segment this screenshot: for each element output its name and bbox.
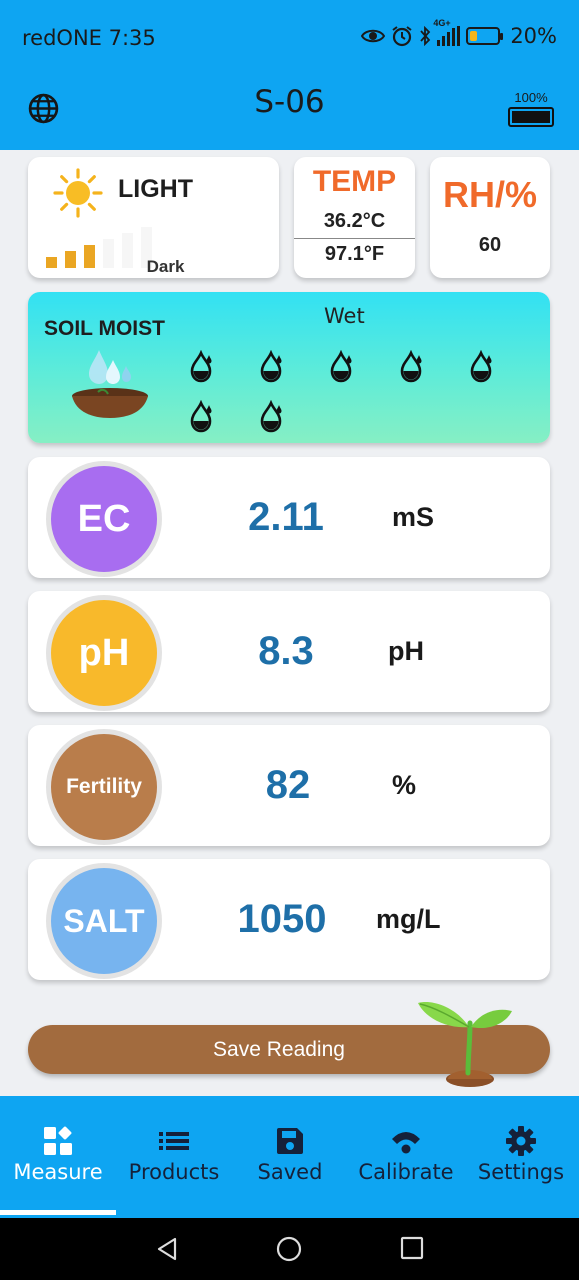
device-title: S-06 bbox=[254, 84, 325, 120]
temp-divider bbox=[294, 238, 415, 239]
soil-moisture-status: Wet bbox=[324, 304, 365, 328]
water-drop-icon bbox=[188, 399, 218, 439]
measure-icon bbox=[44, 1126, 72, 1155]
system-nav-bar bbox=[0, 1218, 579, 1280]
bluetooth-icon bbox=[420, 26, 431, 46]
app-header: redONE 7:35 4G+ 20% S-06 100% bbox=[0, 0, 579, 150]
device-battery-percent: 100% bbox=[514, 90, 548, 105]
list-icon bbox=[159, 1132, 189, 1150]
temp-fahrenheit: 97.1°F bbox=[324, 243, 385, 265]
humidity-value: 60 bbox=[478, 234, 502, 256]
nav-label: Products bbox=[128, 1160, 220, 1184]
carrier-time: redONE 7:35 bbox=[22, 26, 156, 50]
humidity-card: RH/% 60 bbox=[430, 157, 550, 278]
nav-item-calibrate[interactable]: Calibrate bbox=[348, 1096, 464, 1214]
nav-label: Calibrate bbox=[358, 1160, 454, 1184]
battery-icon bbox=[466, 27, 504, 45]
soil-moisture-title: SOIL MOIST bbox=[44, 317, 165, 340]
water-drop-icon bbox=[258, 399, 288, 439]
salt-badge: SALT bbox=[46, 863, 162, 979]
device-battery-icon bbox=[508, 107, 554, 127]
water-drop-icon bbox=[468, 349, 498, 389]
save-icon bbox=[277, 1128, 303, 1154]
nav-label: Settings bbox=[477, 1160, 565, 1184]
battery-percent: 20% bbox=[510, 24, 557, 48]
nav-item-measure[interactable]: Measure bbox=[0, 1096, 116, 1215]
temp-celsius: 36.2°C bbox=[323, 210, 386, 232]
fertility-value: 82 bbox=[265, 763, 311, 807]
water-drop-icon bbox=[188, 349, 218, 389]
ec-card: EC 2.11 mS bbox=[28, 457, 550, 578]
device-battery: 100% bbox=[506, 90, 556, 127]
light-title: LIGHT bbox=[118, 175, 193, 203]
salt-unit: mg/L bbox=[376, 904, 441, 934]
water-drop-icon bbox=[328, 349, 358, 389]
water-drop-icon bbox=[258, 349, 288, 389]
home-icon[interactable] bbox=[276, 1236, 302, 1262]
back-icon[interactable] bbox=[154, 1236, 180, 1262]
nav-item-saved[interactable]: Saved bbox=[232, 1096, 348, 1214]
soil-moisture-card: SOIL MOIST Wet bbox=[28, 292, 550, 443]
recents-icon[interactable] bbox=[400, 1236, 424, 1260]
soil-water-icon bbox=[72, 350, 148, 418]
ec-value: 2.11 bbox=[248, 495, 324, 539]
ph-card: pH 8.3 pH bbox=[28, 591, 550, 712]
fertility-unit: % bbox=[392, 770, 417, 800]
wifi-icon bbox=[392, 1132, 420, 1154]
ec-badge: EC bbox=[46, 461, 162, 577]
nav-label: Saved bbox=[257, 1160, 323, 1184]
nav-active-indicator bbox=[0, 1210, 116, 1215]
fertility-card: Fertility 82 % bbox=[28, 725, 550, 846]
fertility-badge: Fertility bbox=[46, 729, 162, 845]
gear-icon bbox=[506, 1126, 536, 1156]
ph-unit: pH bbox=[388, 636, 424, 666]
sprout-icon bbox=[418, 1002, 512, 1087]
light-card: LIGHT Dark bbox=[28, 157, 279, 278]
ph-value: 8.3 bbox=[258, 629, 314, 673]
nav-item-products[interactable]: Products bbox=[116, 1096, 232, 1214]
bottom-nav: Measure Products Saved Calibrate Setting… bbox=[0, 1096, 579, 1218]
light-value: Dark bbox=[146, 257, 185, 276]
alarm-icon bbox=[392, 26, 412, 47]
ph-badge: pH bbox=[46, 595, 162, 711]
status-icons: 4G+ 20% bbox=[361, 18, 557, 48]
nav-label: Measure bbox=[13, 1160, 103, 1184]
network-label: 4G+ bbox=[433, 18, 451, 28]
water-drop-icon bbox=[398, 349, 428, 389]
nav-item-settings[interactable]: Settings bbox=[463, 1096, 579, 1214]
eye-icon bbox=[361, 29, 386, 43]
temp-title: TEMP bbox=[312, 165, 397, 198]
salt-card: SALT 1050 mg/L bbox=[28, 859, 550, 980]
salt-value: 1050 bbox=[237, 897, 327, 941]
signal-icon: 4G+ bbox=[433, 18, 461, 46]
sun-icon bbox=[53, 168, 103, 218]
temp-card: TEMP 36.2°C 97.1°F bbox=[294, 157, 415, 278]
status-bar: redONE 7:35 4G+ 20% bbox=[0, 0, 579, 76]
humidity-title: RH/% bbox=[442, 174, 537, 215]
ec-unit: mS bbox=[392, 502, 435, 532]
